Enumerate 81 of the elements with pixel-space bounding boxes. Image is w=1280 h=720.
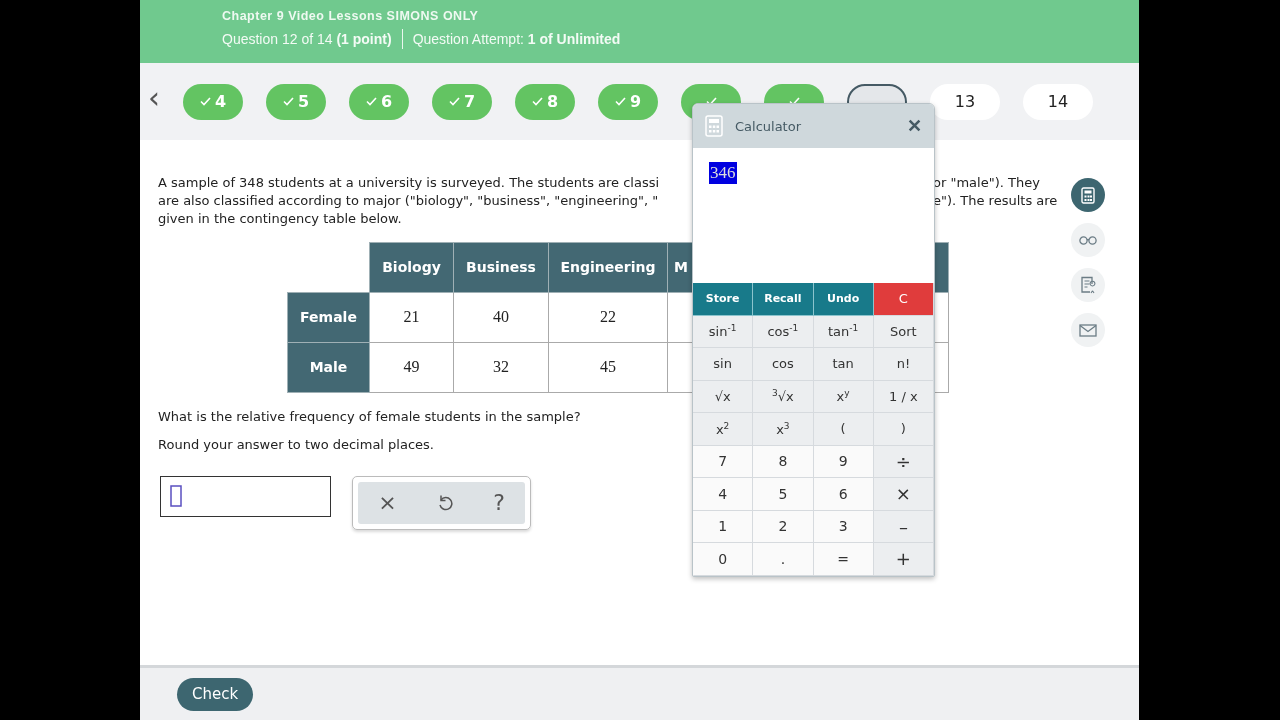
calculator-key[interactable]: 4 <box>693 478 754 511</box>
column-header: Biology <box>369 242 454 292</box>
tool-button[interactable] <box>1071 313 1105 347</box>
calculator-display: 346 <box>709 162 737 184</box>
check-icon <box>199 97 211 106</box>
question-text: What is the relative frequency of female students in the sample? <box>158 408 582 424</box>
check-icon <box>448 97 460 106</box>
column-header: Business <box>453 242 549 292</box>
glasses-icon <box>1079 235 1097 245</box>
calculator-key[interactable]: 7 <box>693 445 754 478</box>
table-cell: 32 <box>453 342 549 392</box>
mail-icon <box>1079 323 1097 337</box>
column-header: Engineering <box>548 242 668 292</box>
instruction-text: Round your answer to two decimal places. <box>158 436 435 452</box>
caret-icon <box>170 485 182 507</box>
calculator-key[interactable]: tan <box>813 348 874 381</box>
table-cell: 40 <box>453 292 549 342</box>
row-header: Female <box>287 292 370 342</box>
calculator-title: Calculator <box>735 118 802 134</box>
calculator-key[interactable]: x$^{2}$ <box>693 413 754 446</box>
table-cell: 49 <box>369 342 454 392</box>
calculator-key[interactable]: ) <box>873 413 934 446</box>
calculator-key[interactable]: $^{3}$√x <box>753 380 814 413</box>
calculator-key[interactable]: . <box>753 543 814 576</box>
check-icon <box>365 97 377 106</box>
calculator-key[interactable]: n! <box>873 348 934 381</box>
question-tab[interactable]: 13 <box>930 83 1000 120</box>
calculator-key[interactable]: 5 <box>753 478 814 511</box>
calculator-key[interactable]: x$^{y}$ <box>813 380 874 413</box>
calculator-key[interactable]: 1 / x <box>873 380 934 413</box>
calculator-key[interactable]: 1 <box>693 510 754 543</box>
calculator-key[interactable]: C <box>873 283 934 316</box>
question-tab[interactable]: 14 <box>1023 83 1093 120</box>
calculator-key[interactable]: = <box>813 543 874 576</box>
intro-text: A sample of 348 students at a university is surveyed. The students are classi <box>158 175 660 190</box>
tool-button[interactable] <box>1071 268 1105 302</box>
help-button[interactable]: ? <box>489 490 509 515</box>
calculator-icon <box>1081 186 1095 204</box>
calculator-icon <box>705 115 723 137</box>
question-info: Question 12 of 14 (1 point) <box>222 31 392 47</box>
row-header: Male <box>287 342 370 392</box>
course-title: Chapter 9 Video Lessons SIMONS ONLY <box>222 9 480 23</box>
calculator-key[interactable]: 8 <box>753 445 814 478</box>
close-button[interactable]: ✕ <box>907 115 922 137</box>
calculator-key[interactable]: Recall <box>753 283 814 316</box>
calculator-key[interactable]: 3 <box>813 510 874 543</box>
calculator-key[interactable]: √x <box>693 380 754 413</box>
back-button[interactable]: ‹ <box>148 82 166 121</box>
calculator-key[interactable]: – <box>873 510 934 543</box>
attempt-info: Question Attempt: 1 of Unlimited <box>412 31 621 47</box>
calculator-key[interactable]: ( <box>813 413 874 446</box>
calculator-key[interactable]: Undo <box>813 283 874 316</box>
calculator-key[interactable]: Store <box>693 283 754 316</box>
calculator-key[interactable]: Sort <box>873 315 934 348</box>
check-button[interactable]: Check <box>177 677 254 711</box>
tool-button[interactable] <box>1071 223 1105 257</box>
calculator-key[interactable]: 2 <box>753 510 814 543</box>
check-icon <box>531 97 543 106</box>
calculator-key[interactable]: ÷ <box>873 445 934 478</box>
notes-icon <box>1080 276 1096 294</box>
calculator-key[interactable]: 9 <box>813 445 874 478</box>
calculator-key[interactable]: sin$^{-1}$ <box>693 315 754 348</box>
calculator-key[interactable]: tan$^{-1}$ <box>813 315 874 348</box>
intro-text: given in the contingency table below. <box>158 211 402 226</box>
calculator-key[interactable]: cos <box>753 348 814 381</box>
check-icon <box>282 97 294 106</box>
table-cell: 45 <box>548 342 668 392</box>
intro-text: are also classified according to major ("biology", "business", "engineering", " <box>158 193 659 208</box>
calculator-key[interactable]: cos$^{-1}$ <box>753 315 814 348</box>
clear-button[interactable]: × <box>374 490 401 515</box>
calculator-key[interactable]: 6 <box>813 478 874 511</box>
calculator-key[interactable]: sin <box>693 348 754 381</box>
answer-field[interactable] <box>160 475 331 517</box>
calculator-key[interactable]: × <box>873 478 934 511</box>
calculator-key[interactable]: 0 <box>693 543 754 576</box>
calculator-key[interactable]: + <box>873 543 934 576</box>
calculator-key[interactable]: x$^{3}$ <box>753 413 814 446</box>
check-icon <box>614 97 626 106</box>
tool-button[interactable] <box>1071 178 1105 212</box>
table-cell: 21 <box>369 292 454 342</box>
table-cell: 22 <box>548 292 668 342</box>
